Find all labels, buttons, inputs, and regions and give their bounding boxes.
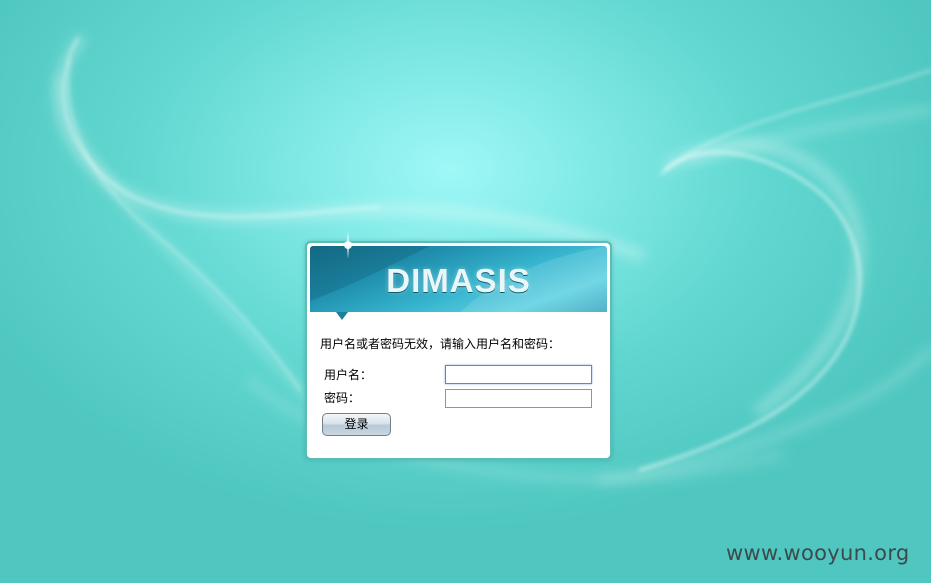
username-input[interactable]: [445, 365, 592, 384]
login-panel: DIMASIS 用户名或者密码无效，请输入用户名和密码： 用户名： 密码： 登录: [305, 231, 612, 460]
sparkle-icon: [334, 231, 362, 259]
error-message: 用户名或者密码无效，请输入用户名和密码：: [320, 337, 561, 351]
login-button[interactable]: 登录: [322, 413, 391, 436]
username-label: 用户名：: [324, 368, 373, 382]
password-input[interactable]: [445, 389, 592, 408]
password-label: 密码：: [324, 391, 361, 405]
brand-title: DIMASIS: [386, 262, 531, 299]
watermark-text: www.wooyun.org: [726, 541, 910, 565]
banner-pointer-icon: [336, 312, 348, 320]
